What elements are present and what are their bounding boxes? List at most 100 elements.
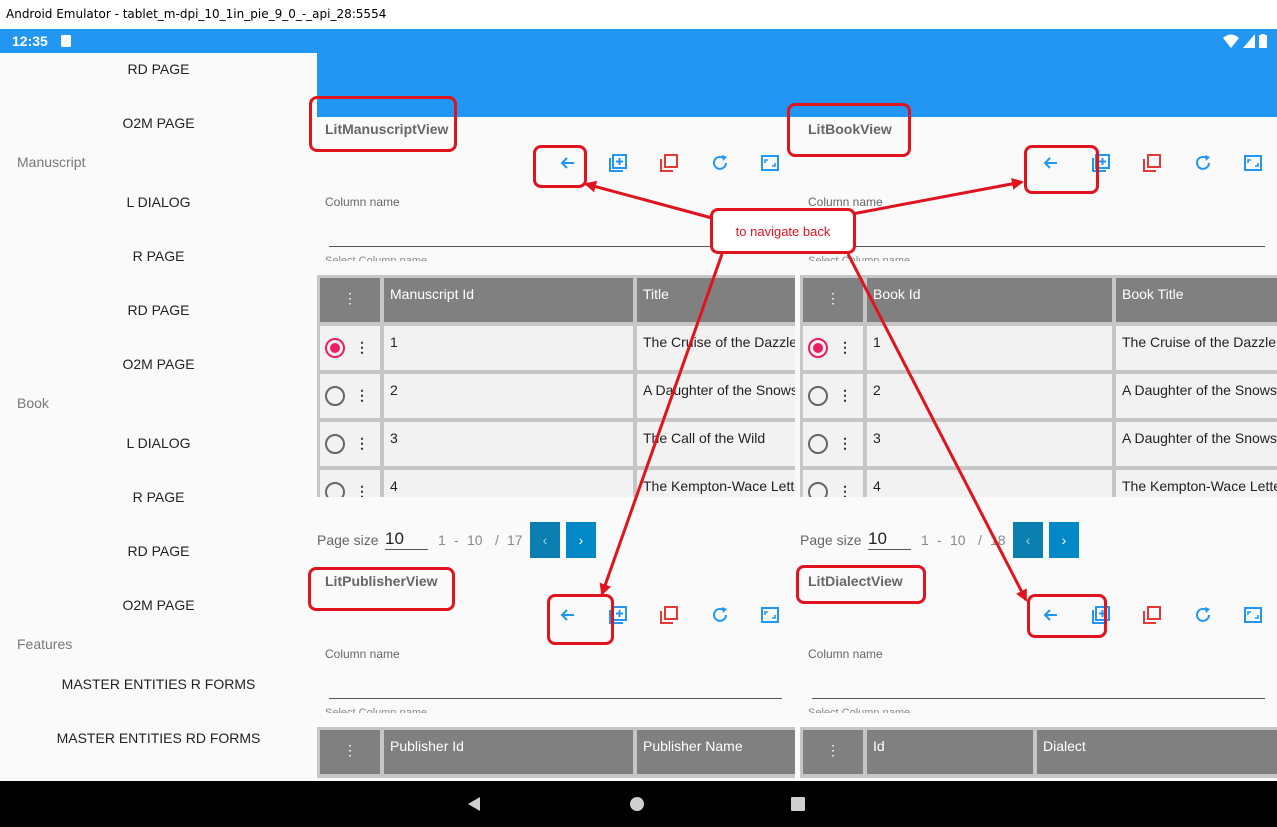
refresh-icon [711, 606, 729, 629]
sidebar-item[interactable]: R PAGE [0, 489, 317, 505]
pager-from: 1 [438, 532, 446, 548]
fullscreen-icon [761, 606, 779, 629]
triangle-back-icon [468, 797, 480, 811]
dialect-refresh-button[interactable] [1191, 605, 1215, 629]
column-header[interactable]: Dialect [1037, 730, 1277, 774]
column-header[interactable]: Manuscript Id [384, 278, 633, 322]
publisher-column-name-hint: Select Column name [325, 707, 428, 713]
book-prev-page-button[interactable]: ‹ [1013, 522, 1043, 558]
manuscript-prev-page-button[interactable]: ‹ [530, 522, 560, 558]
manuscript-column-name-label: Column name [325, 195, 400, 209]
row-radio-button[interactable] [808, 482, 828, 497]
row-radio-button[interactable] [325, 338, 345, 358]
sidebar-item[interactable]: RD PAGE [0, 543, 317, 559]
refresh-icon [1194, 154, 1212, 177]
sidebar-section-header: Manuscript [17, 154, 86, 170]
nav-back-button[interactable] [462, 781, 486, 827]
sidebar-item[interactable]: R PAGE [0, 248, 317, 264]
status-bar: 12:35 [0, 29, 1277, 53]
table-row[interactable]: ⋮ 4The Kempton-Wace Letters [317, 470, 795, 497]
row-menu-icon[interactable]: ⋮ [838, 483, 852, 497]
column-header[interactable]: Title [637, 278, 795, 322]
book-back-button-highlight [1024, 145, 1099, 194]
nav-home-button[interactable] [625, 781, 649, 827]
table-row[interactable]: ⋮ 3 A Daughter of the Snows [800, 422, 1277, 466]
book-page-size-input[interactable]: 10 [868, 529, 911, 550]
table-row[interactable]: ⋮ 2 A Daughter of the Snows [800, 374, 1277, 418]
manuscript-next-page-button[interactable]: › [566, 522, 596, 558]
column-header[interactable]: Book Id [867, 278, 1112, 322]
name-cell: A Daughter of the Snows [637, 374, 795, 418]
sidebar-item[interactable]: O2M PAGE [0, 356, 317, 372]
book-refresh-button[interactable] [1191, 153, 1215, 177]
fullscreen-icon [1244, 154, 1262, 177]
row-menu-icon[interactable]: ⋮ [355, 483, 369, 497]
dialect-column-name-field[interactable] [812, 698, 1265, 699]
nav-recents-button[interactable] [786, 781, 810, 827]
column-header[interactable]: Id [867, 730, 1033, 774]
name-cell: The Kempton-Wace Letters [637, 470, 795, 497]
column-header[interactable]: Publisher Name [637, 730, 795, 774]
id-cell: 4 [384, 470, 633, 497]
manuscript-column-name-hint: Select Column name [325, 255, 428, 261]
column-header[interactable]: Book Title [1116, 278, 1277, 322]
sidebar-item[interactable]: O2M PAGE [0, 597, 317, 613]
book-column-name-hint: Select Column name [808, 255, 911, 261]
pager-sep: - [937, 532, 942, 548]
row-radio-button[interactable] [808, 338, 828, 358]
name-cell: The Cruise of the Dazzler [1116, 326, 1277, 370]
book-fullscreen-button[interactable] [1241, 153, 1265, 177]
row-radio-button[interactable] [325, 434, 345, 454]
table-row[interactable]: ⋮ 4The Kempton-Wace Letters [800, 470, 1277, 497]
table-row[interactable]: ⋮ 2 A Daughter of the Snows [317, 374, 795, 418]
manuscript-copy-button[interactable] [657, 153, 681, 177]
name-cell: The Call of the Wild [637, 422, 795, 466]
row-radio-button[interactable] [808, 434, 828, 454]
column-menu-header[interactable]: ⋮ [320, 730, 380, 774]
sidebar-item[interactable]: L DIALOG [0, 194, 317, 210]
sidebar-item[interactable]: MASTER ENTITIES R FORMS [0, 676, 317, 692]
row-radio-button[interactable] [325, 386, 345, 406]
row-menu-icon[interactable]: ⋮ [838, 387, 852, 404]
dialect-copy-button[interactable] [1140, 605, 1164, 629]
table-row[interactable]: ⋮ 1 The Cruise of the Dazzler [800, 326, 1277, 370]
column-menu-header[interactable]: ⋮ [803, 278, 863, 322]
sidebar-item[interactable]: L DIALOG [0, 435, 317, 451]
id-cell: 3 [384, 422, 633, 466]
column-menu-header[interactable]: ⋮ [320, 278, 380, 322]
publisher-copy-button[interactable] [657, 605, 681, 629]
manuscript-add-button[interactable] [606, 153, 630, 177]
row-menu-icon[interactable]: ⋮ [838, 435, 852, 452]
sidebar-item[interactable]: O2M PAGE [0, 115, 317, 131]
table-row[interactable]: ⋮ 1 The Cruise of the Dazzler [317, 326, 795, 370]
book-copy-button[interactable] [1140, 153, 1164, 177]
publisher-fullscreen-button[interactable] [758, 605, 782, 629]
publisher-column-name-field[interactable] [329, 698, 782, 699]
id-cell: 1 [384, 326, 633, 370]
sidebar-item[interactable]: RD PAGE [0, 302, 317, 318]
row-menu-icon[interactable]: ⋮ [838, 339, 852, 356]
row-radio-button[interactable] [808, 386, 828, 406]
manuscript-page-size-input[interactable]: 10 [385, 529, 428, 550]
manuscript-refresh-button[interactable] [708, 153, 732, 177]
sidebar-item[interactable]: MASTER ENTITIES RD FORMS [0, 730, 317, 746]
row-menu-icon[interactable]: ⋮ [355, 387, 369, 404]
row-select-cell: ⋮ [803, 374, 863, 418]
column-menu-header[interactable]: ⋮ [803, 730, 863, 774]
row-select-cell: ⋮ [803, 470, 863, 497]
name-cell: The Cruise of the Dazzler [637, 326, 795, 370]
manuscript-fullscreen-button[interactable] [758, 153, 782, 177]
column-header[interactable]: Publisher Id [384, 730, 633, 774]
row-menu-icon[interactable]: ⋮ [355, 339, 369, 356]
sidebar-item[interactable]: RD PAGE [0, 61, 317, 77]
publisher-refresh-button[interactable] [708, 605, 732, 629]
book-next-page-button[interactable]: › [1049, 522, 1079, 558]
copy-icon [1143, 605, 1161, 629]
row-menu-icon[interactable]: ⋮ [355, 435, 369, 452]
copy-icon [1143, 153, 1161, 177]
book-column-name-field[interactable] [812, 246, 1265, 247]
row-select-cell: ⋮ [803, 422, 863, 466]
dialect-fullscreen-button[interactable] [1241, 605, 1265, 629]
table-row[interactable]: ⋮ 3 The Call of the Wild [317, 422, 795, 466]
row-radio-button[interactable] [325, 482, 345, 497]
